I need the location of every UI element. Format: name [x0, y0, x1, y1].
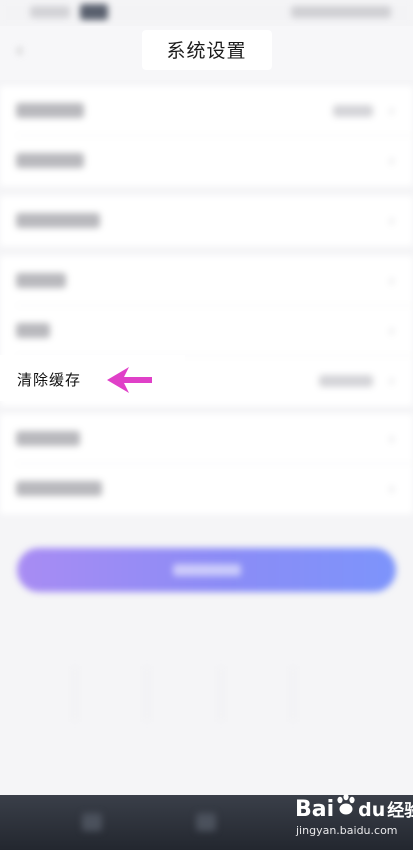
settings-row[interactable]: › [0, 414, 413, 464]
paw-icon [337, 793, 355, 815]
settings-row[interactable]: › [0, 136, 413, 186]
settings-row[interactable]: › [0, 306, 413, 356]
logout-button[interactable] [17, 548, 396, 592]
chevron-right-icon: › [388, 371, 395, 390]
chevron-right-icon: › [388, 211, 395, 230]
divider [292, 668, 294, 720]
settings-group-2: › [0, 196, 413, 246]
settings-row[interactable]: › [0, 256, 413, 306]
arrow-left-icon [107, 367, 152, 393]
status-bar [0, 0, 413, 26]
watermark: Bai du 经验 jingyan.baidu.com [295, 793, 413, 837]
status-icons [291, 6, 391, 18]
row-label [16, 431, 80, 446]
status-badge [80, 4, 108, 20]
logout-label [173, 564, 241, 576]
row-label [16, 323, 50, 338]
settings-row[interactable]: › [0, 196, 413, 246]
chevron-right-icon: › [388, 101, 395, 120]
divider [146, 668, 148, 720]
divider [220, 668, 222, 720]
row-label [16, 481, 102, 496]
settings-row[interactable]: › [0, 464, 413, 514]
page-title: 系统设置 [166, 40, 247, 62]
watermark-brand: Bai [295, 797, 335, 822]
chevron-right-icon: › [388, 321, 395, 340]
nav-back-icon[interactable] [82, 813, 102, 831]
settings-group-1: › › [0, 86, 413, 186]
row-label [16, 213, 100, 228]
watermark-url: jingyan.baidu.com [296, 824, 398, 837]
settings-row[interactable]: › [0, 86, 413, 136]
chevron-right-icon: › [388, 151, 395, 170]
watermark-du: du [358, 799, 386, 821]
row-value [333, 105, 373, 117]
watermark-jingyan: 经验 [387, 801, 413, 821]
row-label [16, 103, 84, 118]
status-time [30, 6, 70, 18]
cache-size [319, 375, 373, 387]
divider [74, 668, 76, 720]
nav-home-icon[interactable] [196, 813, 216, 831]
settings-group-4: › › [0, 414, 413, 514]
settings-item-clear-cache[interactable]: 清除缓存 [0, 355, 185, 401]
row-label [16, 153, 84, 168]
chevron-right-icon: › [388, 271, 395, 290]
row-label [16, 273, 66, 288]
chevron-right-icon: › [388, 479, 395, 498]
watermark-logo: Bai du 经验 [295, 793, 413, 824]
chevron-right-icon: › [388, 429, 395, 448]
clear-cache-label: 清除缓存 [17, 371, 82, 389]
